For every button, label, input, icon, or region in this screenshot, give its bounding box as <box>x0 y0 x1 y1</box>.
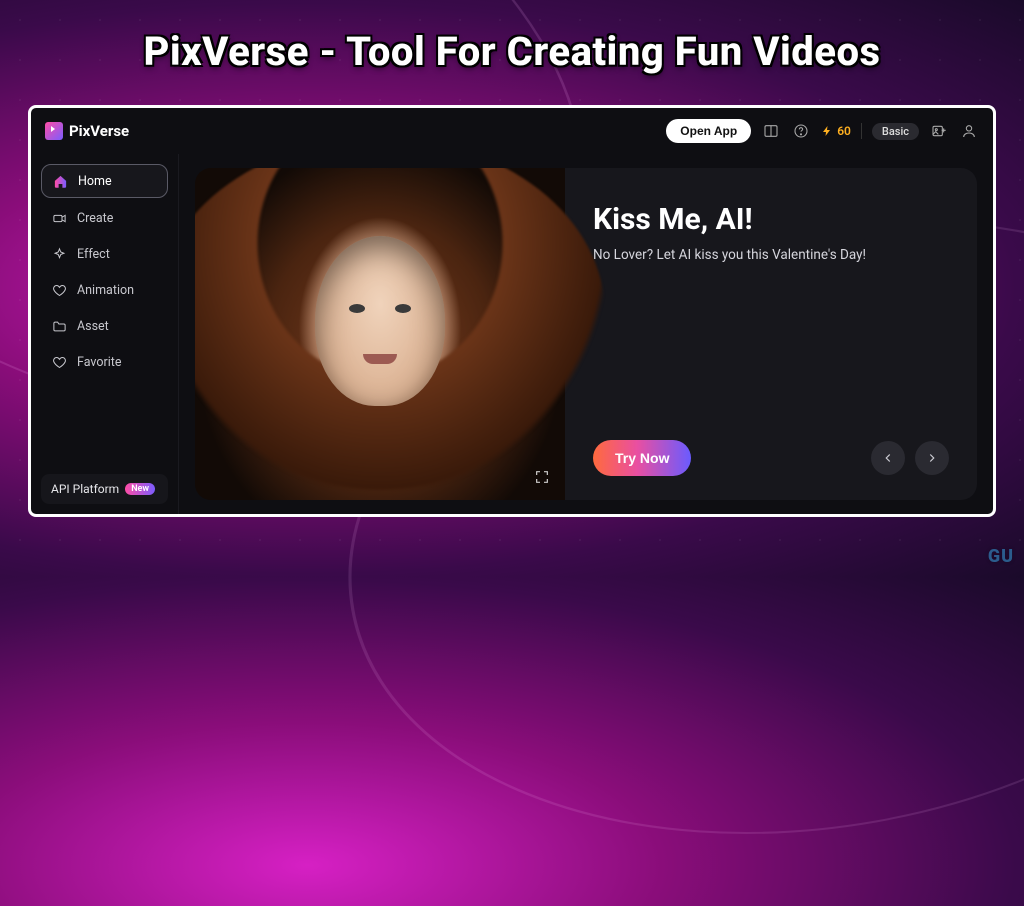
sidebar-item-label: Create <box>77 211 113 226</box>
folder-icon <box>51 318 67 334</box>
carousel-next-button[interactable] <box>915 441 949 475</box>
plan-badge[interactable]: Basic <box>872 123 919 140</box>
topbar: PixVerse Open App 60 Basic <box>31 108 993 154</box>
chevron-left-icon <box>881 451 895 465</box>
new-badge: New <box>125 483 155 495</box>
sidebar-item-home[interactable]: Home <box>41 164 168 198</box>
sparkle-icon <box>51 246 67 262</box>
main-content: Kiss Me, AI! No Lover? Let AI kiss you t… <box>179 154 993 514</box>
hero-image <box>195 168 565 500</box>
sidebar: Home Create Effect Animation <box>31 154 179 514</box>
help-icon[interactable] <box>791 121 811 141</box>
brand-logo[interactable]: PixVerse <box>45 122 129 140</box>
heart-outline-icon <box>51 354 67 370</box>
home-icon <box>52 173 68 189</box>
hero-subtitle: No Lover? Let AI kiss you this Valentine… <box>593 247 949 263</box>
sidebar-item-effect[interactable]: Effect <box>41 238 168 270</box>
sidebar-item-animation[interactable]: Animation <box>41 274 168 306</box>
try-now-button[interactable]: Try Now <box>593 440 691 476</box>
credits-value: 60 <box>837 124 851 138</box>
sidebar-item-label: Animation <box>77 283 134 298</box>
sidebar-item-label: Effect <box>77 247 110 262</box>
sidebar-item-api-platform[interactable]: API Platform New <box>41 474 168 504</box>
credits-display[interactable]: 60 <box>821 124 851 138</box>
image-add-icon[interactable] <box>929 121 949 141</box>
brand-logo-icon <box>45 122 63 140</box>
camera-icon <box>51 210 67 226</box>
sidebar-item-label: Favorite <box>77 355 122 370</box>
app-window: PixVerse Open App 60 Basic Ho <box>28 105 996 517</box>
fullscreen-icon[interactable] <box>529 464 555 490</box>
hero-title: Kiss Me, AI! <box>593 202 949 237</box>
heart-icon <box>51 282 67 298</box>
hero-card: Kiss Me, AI! No Lover? Let AI kiss you t… <box>195 168 977 500</box>
sidebar-item-label: Home <box>78 174 112 189</box>
user-icon[interactable] <box>959 121 979 141</box>
chevron-right-icon <box>925 451 939 465</box>
watermark: GU <box>988 546 1014 567</box>
panel-icon[interactable] <box>761 121 781 141</box>
hero-portrait-face <box>315 236 445 406</box>
sidebar-item-label: Asset <box>77 319 109 334</box>
sidebar-item-asset[interactable]: Asset <box>41 310 168 342</box>
sidebar-item-favorite[interactable]: Favorite <box>41 346 168 378</box>
banner-title: PixVerse - Tool For Creating Fun Videos <box>0 28 1024 75</box>
hero-text: Kiss Me, AI! No Lover? Let AI kiss you t… <box>565 168 977 500</box>
brand-name: PixVerse <box>69 122 129 140</box>
divider <box>861 123 862 139</box>
carousel-prev-button[interactable] <box>871 441 905 475</box>
open-app-button[interactable]: Open App <box>666 119 751 143</box>
sidebar-item-create[interactable]: Create <box>41 202 168 234</box>
api-platform-label: API Platform <box>51 482 119 496</box>
bolt-icon <box>821 125 833 137</box>
